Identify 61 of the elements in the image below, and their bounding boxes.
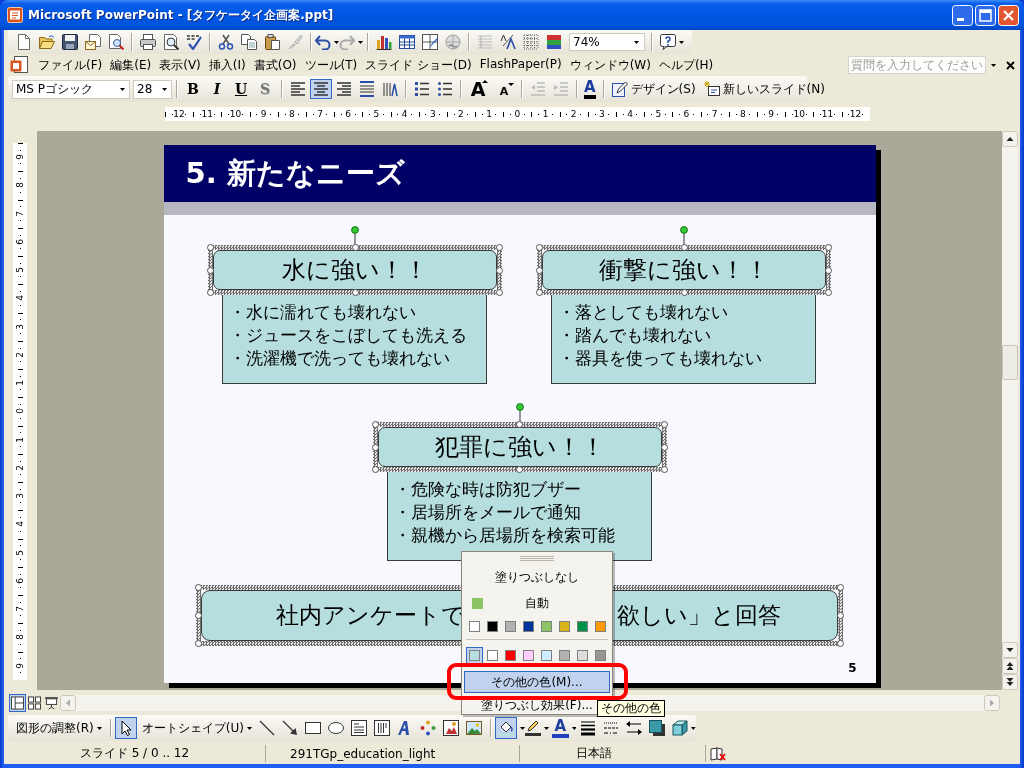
- bullet-item: ・器具を使っても壊れない: [558, 347, 763, 370]
- bullet-item: ・危険な時は防犯ブザー: [393, 478, 582, 501]
- ruler-number: 9: [260, 109, 267, 119]
- slide-number: 5: [848, 661, 857, 675]
- ruler-number: 12: [849, 109, 862, 119]
- tooltip: その他の色: [597, 700, 665, 717]
- language-indicator: 日本語: [576, 745, 612, 762]
- ruler-number: 1: [542, 109, 549, 119]
- ruler-number: 5: [15, 549, 25, 556]
- ruler-number: 10: [229, 109, 242, 119]
- ruler-number: 9: [15, 662, 25, 669]
- ruler-number: 6: [345, 109, 352, 119]
- bullet-item: ・親機から居場所を検索可能: [393, 524, 616, 547]
- ruler-number: 7: [15, 606, 25, 612]
- ruler-number: 7: [711, 109, 718, 119]
- ruler-number: 2: [15, 352, 25, 358]
- ruler-number: 3: [15, 323, 25, 330]
- banner-text: 欲しい」と回答: [617, 601, 781, 630]
- design-template-name: 291TGp_education_light: [290, 746, 436, 761]
- ruler-number: 4: [627, 109, 633, 119]
- ruler-number: 8: [15, 634, 25, 641]
- ruler-number: 5: [373, 109, 380, 119]
- ruler-number: 7: [317, 109, 323, 119]
- bullet-item: ・踏んでも壊れない: [558, 324, 712, 347]
- ruler-number: 6: [15, 239, 25, 245]
- ruler-number: 9: [15, 154, 25, 160]
- ruler-number: 0: [15, 408, 25, 415]
- ruler-number: 10: [793, 109, 805, 119]
- bullet-item: ・洗濯機で洗っても壊れない: [229, 347, 451, 370]
- ruler-number: 5: [15, 267, 25, 273]
- bullet-item: ・ジュースをこぼしても洗える: [229, 324, 468, 347]
- ruler-number: 1: [486, 109, 492, 119]
- ruler-number: 7: [15, 210, 25, 217]
- ruler-number: 2: [458, 109, 464, 119]
- window-title: Microsoft PowerPoint - [タフケータイ企画案.ppt]: [28, 6, 335, 24]
- ruler-number: 4: [401, 109, 408, 119]
- ruler-number: 3: [429, 109, 436, 119]
- bullet-item: ・落としても壊れない: [558, 301, 729, 324]
- ruler-number: 5: [655, 109, 662, 119]
- ruler-number: 12: [173, 109, 185, 119]
- ruler-number: 4: [15, 295, 25, 302]
- ruler-number: 3: [15, 493, 25, 499]
- ruler-number: 6: [683, 109, 690, 119]
- ruler-number: 1: [15, 380, 25, 386]
- ruler-number: 8: [15, 182, 25, 189]
- bullet-item: ・水に濡れても壊れない: [229, 301, 417, 324]
- ruler-number: 9: [768, 109, 774, 119]
- ruler-number: 3: [599, 109, 605, 119]
- slide-title: 5. 新たなニーズ: [185, 154, 405, 192]
- ruler-number: 6: [15, 578, 25, 584]
- slide-counter: スライド 5 / 0 .. 12: [79, 745, 190, 762]
- ruler-number: 1: [15, 436, 25, 443]
- ruler-number: 2: [15, 465, 25, 471]
- ruler-number: 11: [821, 109, 834, 119]
- bullet-item: ・居場所をメールで通知: [393, 501, 582, 524]
- ruler-number: 8: [739, 109, 746, 119]
- ruler-number: 11: [201, 109, 213, 119]
- ruler-number: 0: [514, 109, 521, 119]
- ruler-number: 2: [570, 109, 577, 119]
- ruler-number: 4: [15, 521, 25, 528]
- ruler-number: 8: [288, 109, 295, 119]
